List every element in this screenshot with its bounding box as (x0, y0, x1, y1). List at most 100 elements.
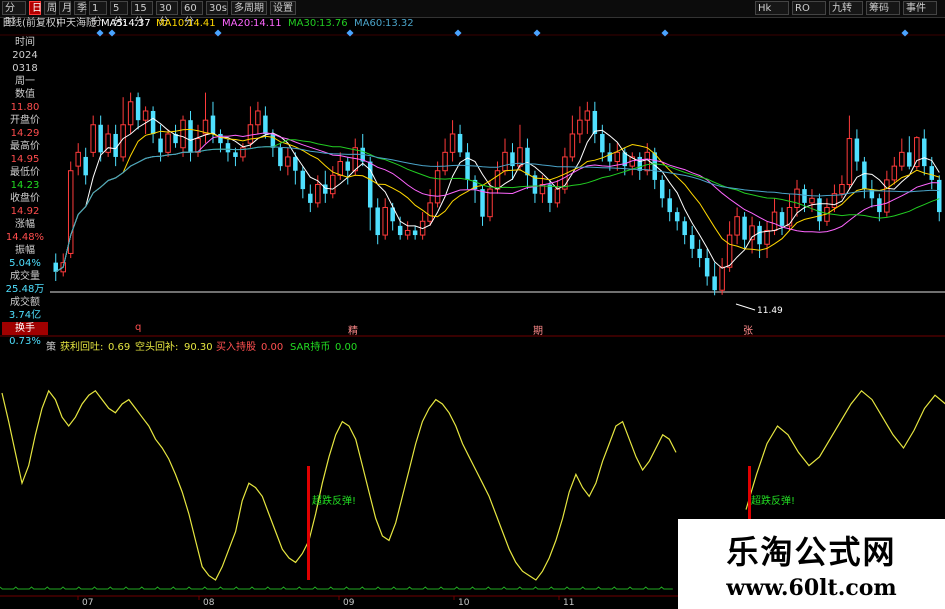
candle-body (397, 225, 403, 236)
event-marker-1[interactable]: 精 (348, 322, 358, 337)
candle-body (884, 179, 890, 213)
candle-body (899, 151, 905, 167)
candle-body (659, 179, 665, 199)
turnover-label: 换手 (2, 322, 48, 335)
candle-body (90, 124, 96, 153)
amount-value: 3.74亿 (8, 310, 42, 321)
volume-label: 成交量 (10, 271, 40, 282)
candle-body (719, 266, 725, 291)
candle-body (113, 133, 118, 157)
candle-body (554, 188, 561, 204)
candle-body (165, 133, 171, 153)
candle-body (577, 119, 583, 135)
candle-body (233, 152, 238, 157)
watermark-title: 乐淘公式网 (726, 533, 897, 571)
high-label: 最高价 (10, 141, 40, 152)
candle-body (734, 216, 740, 236)
candle-body (308, 193, 313, 203)
candle-body (891, 165, 898, 181)
open-value: 14.29 (10, 128, 40, 139)
x-tick-label: 10 (458, 598, 470, 608)
candle-body (278, 147, 283, 167)
candle-body (83, 156, 88, 176)
x-tick-label: 11 (563, 598, 575, 608)
quote-info-panel: 时间 2024 0318 周一 数值 11.80 开盘价 14.29 最高价 1… (2, 36, 48, 348)
candle-body (323, 184, 328, 194)
low-value: 14.23 (10, 180, 40, 191)
candle-body (742, 216, 747, 240)
signal-bar-1 (307, 466, 310, 580)
candle-body (914, 137, 920, 168)
candle-body (255, 110, 261, 126)
amplitude-value: 5.04% (9, 258, 41, 269)
candle-body (180, 119, 186, 149)
candle-body (293, 156, 298, 171)
candle-body (502, 151, 508, 172)
candle-body (929, 166, 935, 180)
volume-noise-line (0, 586, 673, 590)
low-label: 最低价 (10, 167, 40, 178)
candle-body (494, 170, 501, 190)
date-value: 0318 (12, 63, 38, 74)
open-label: 开盘价 (10, 115, 40, 126)
candle-body (584, 110, 591, 121)
candle-body (862, 161, 867, 190)
candle-body (375, 207, 380, 236)
profit-taking-label: 获利回吐: (60, 342, 104, 353)
candle-body (263, 115, 268, 134)
candle-body (779, 212, 785, 226)
candle-body (614, 151, 621, 163)
candle-body (802, 189, 807, 203)
watermark: 乐淘公式网 www.60lt.com (678, 519, 945, 609)
watermark-url: www.60lt.com (726, 575, 897, 601)
candle-body (300, 170, 306, 190)
candle-body (150, 110, 156, 134)
close-value: 14.92 (10, 206, 40, 217)
candle-body (427, 202, 433, 222)
volume-value: 25.48万 (5, 284, 45, 295)
event-marker-2[interactable]: 期 (533, 322, 543, 337)
ma30-line (55, 139, 940, 273)
candle-body (525, 147, 530, 176)
change-value: 14.48% (5, 232, 45, 243)
candle-body (434, 170, 441, 204)
buy-hold-label: 买入持股 (216, 342, 256, 353)
candle-body (809, 197, 815, 204)
candle-body (817, 198, 822, 222)
time-label: 时间 (15, 37, 35, 48)
low-annotation-arrow (735, 303, 756, 311)
candle-body (712, 276, 717, 291)
change-label: 涨幅 (15, 219, 35, 230)
indicator-name[interactable]: 策 (46, 341, 56, 354)
indicator-header: 策 获利回吐: 0.69 空头回补: 90.30 买入持股 0.00 SAR持币… (0, 341, 945, 354)
candle-body (98, 124, 103, 153)
candle-body (644, 151, 650, 172)
candle-body (689, 235, 695, 249)
candle-body (600, 133, 605, 153)
candle-body (771, 211, 778, 231)
candle-body (345, 161, 350, 171)
candle-body (247, 124, 254, 144)
candle-body (667, 198, 672, 213)
ma10-line (55, 128, 940, 273)
candle-body (158, 138, 163, 153)
candle-body (210, 115, 216, 134)
value-label: 数值 (15, 89, 35, 100)
candle-body (937, 179, 942, 213)
event-marker-q[interactable]: q (135, 322, 141, 333)
candle-body (285, 156, 291, 167)
weekday-value: 周一 (15, 76, 35, 87)
short-cover-value: 90.30 (184, 342, 213, 353)
candle-body (726, 234, 733, 268)
candle-body (839, 184, 845, 195)
kline-chart[interactable] (0, 0, 945, 609)
candle-body (682, 221, 687, 236)
event-marker-3[interactable]: 张 (743, 322, 753, 337)
candle-body (412, 230, 418, 236)
candle-body (794, 188, 800, 208)
x-tick-label: 07 (82, 598, 94, 608)
candle-body (547, 184, 553, 203)
candle-body (704, 258, 710, 277)
candle-body (637, 156, 643, 171)
candle-body (225, 143, 231, 153)
